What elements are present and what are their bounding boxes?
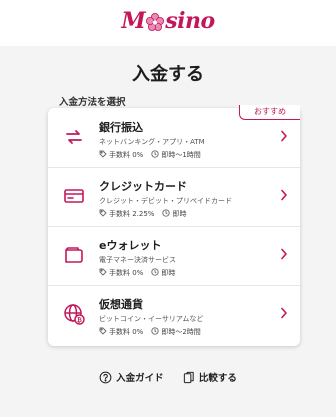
tag-icon [99, 209, 107, 217]
tag-icon [99, 150, 107, 158]
method-name: 仮想通貨 [99, 298, 143, 311]
speed-text: 即時 [172, 210, 187, 218]
deposit-guide-link[interactable]: 入金ガイド [99, 370, 164, 384]
speed-text: 即時〜2時間 [161, 328, 201, 336]
method-meta: 手数料 0% 即時〜1時間 [99, 150, 201, 160]
section-label: 入金方法を選択 [59, 97, 126, 108]
wallet-icon [65, 247, 83, 263]
method-meta: 手数料 0% 即時〜2時間 [99, 327, 201, 337]
chevron-right-icon [281, 307, 287, 319]
deposit-guide-label: 入金ガイド [116, 373, 164, 384]
fee-text: 手数料 0% [109, 151, 144, 159]
method-name: 銀行振込 [99, 121, 143, 134]
logo-text-right: sino [165, 8, 215, 34]
footer-links: 入金ガイド 比較する [0, 370, 336, 387]
fee-text: 手数料 0% [109, 269, 144, 277]
method-bank-transfer[interactable]: 銀行振込 ネットバンキング・アプリ・ATM 手数料 0% 即時〜1時間 [48, 108, 300, 168]
credit-card-icon [64, 189, 84, 203]
method-meta: 手数料 0% 即時 [99, 268, 175, 278]
flower-icon [146, 13, 165, 31]
compare-link[interactable]: 比較する [183, 370, 237, 384]
transfer-icon [66, 130, 82, 144]
method-desc: ネットバンキング・アプリ・ATM [99, 138, 205, 146]
speed-text: 即時〜1時間 [161, 151, 201, 159]
method-credit-card[interactable]: クレジットカード クレジット・デビット・プリペイドカード 手数料 2.25% 即時 [48, 167, 300, 227]
app-header: M sino [0, 0, 336, 46]
compare-label: 比較する [198, 373, 237, 384]
method-e-wallet[interactable]: eウォレット 電子マネー決済サービス 手数料 0% 即時 [48, 226, 300, 286]
crypto-globe-icon: ₿ [64, 304, 85, 325]
tag-icon [99, 268, 107, 276]
clock-icon [151, 327, 159, 335]
method-name: クレジットカード [99, 180, 187, 193]
payment-methods-card: おすすめ 銀行振込 ネットバンキング・アプリ・ATM 手数料 0% 即時〜1時間 … [48, 105, 300, 346]
logo-text-left: M [121, 8, 146, 34]
svg-text:₿: ₿ [77, 317, 82, 324]
method-name: eウォレット [99, 239, 162, 252]
copy-compare-icon [183, 371, 194, 383]
fee-text: 手数料 0% [109, 328, 144, 336]
method-desc: クレジット・デビット・プリペイドカード [99, 197, 232, 205]
method-crypto[interactable]: ₿ 仮想通貨 ビットコイン・イーサリアムなど 手数料 0% 即時〜2時間 [48, 285, 300, 344]
brand-logo[interactable]: M sino [0, 8, 336, 34]
method-meta: 手数料 2.25% 即時 [99, 209, 186, 219]
help-icon [99, 371, 112, 383]
fee-text: 手数料 2.25% [109, 210, 155, 218]
chevron-right-icon [281, 130, 287, 142]
chevron-right-icon [281, 248, 287, 260]
method-desc: ビットコイン・イーサリアムなど [99, 315, 204, 323]
chevron-right-icon [281, 189, 287, 201]
tag-icon [99, 327, 107, 335]
page-title: 入金する [132, 64, 204, 85]
clock-icon [151, 150, 159, 158]
clock-icon [162, 209, 171, 217]
speed-text: 即時 [161, 269, 176, 277]
clock-icon [151, 268, 159, 276]
method-desc: 電子マネー決済サービス [99, 256, 176, 264]
